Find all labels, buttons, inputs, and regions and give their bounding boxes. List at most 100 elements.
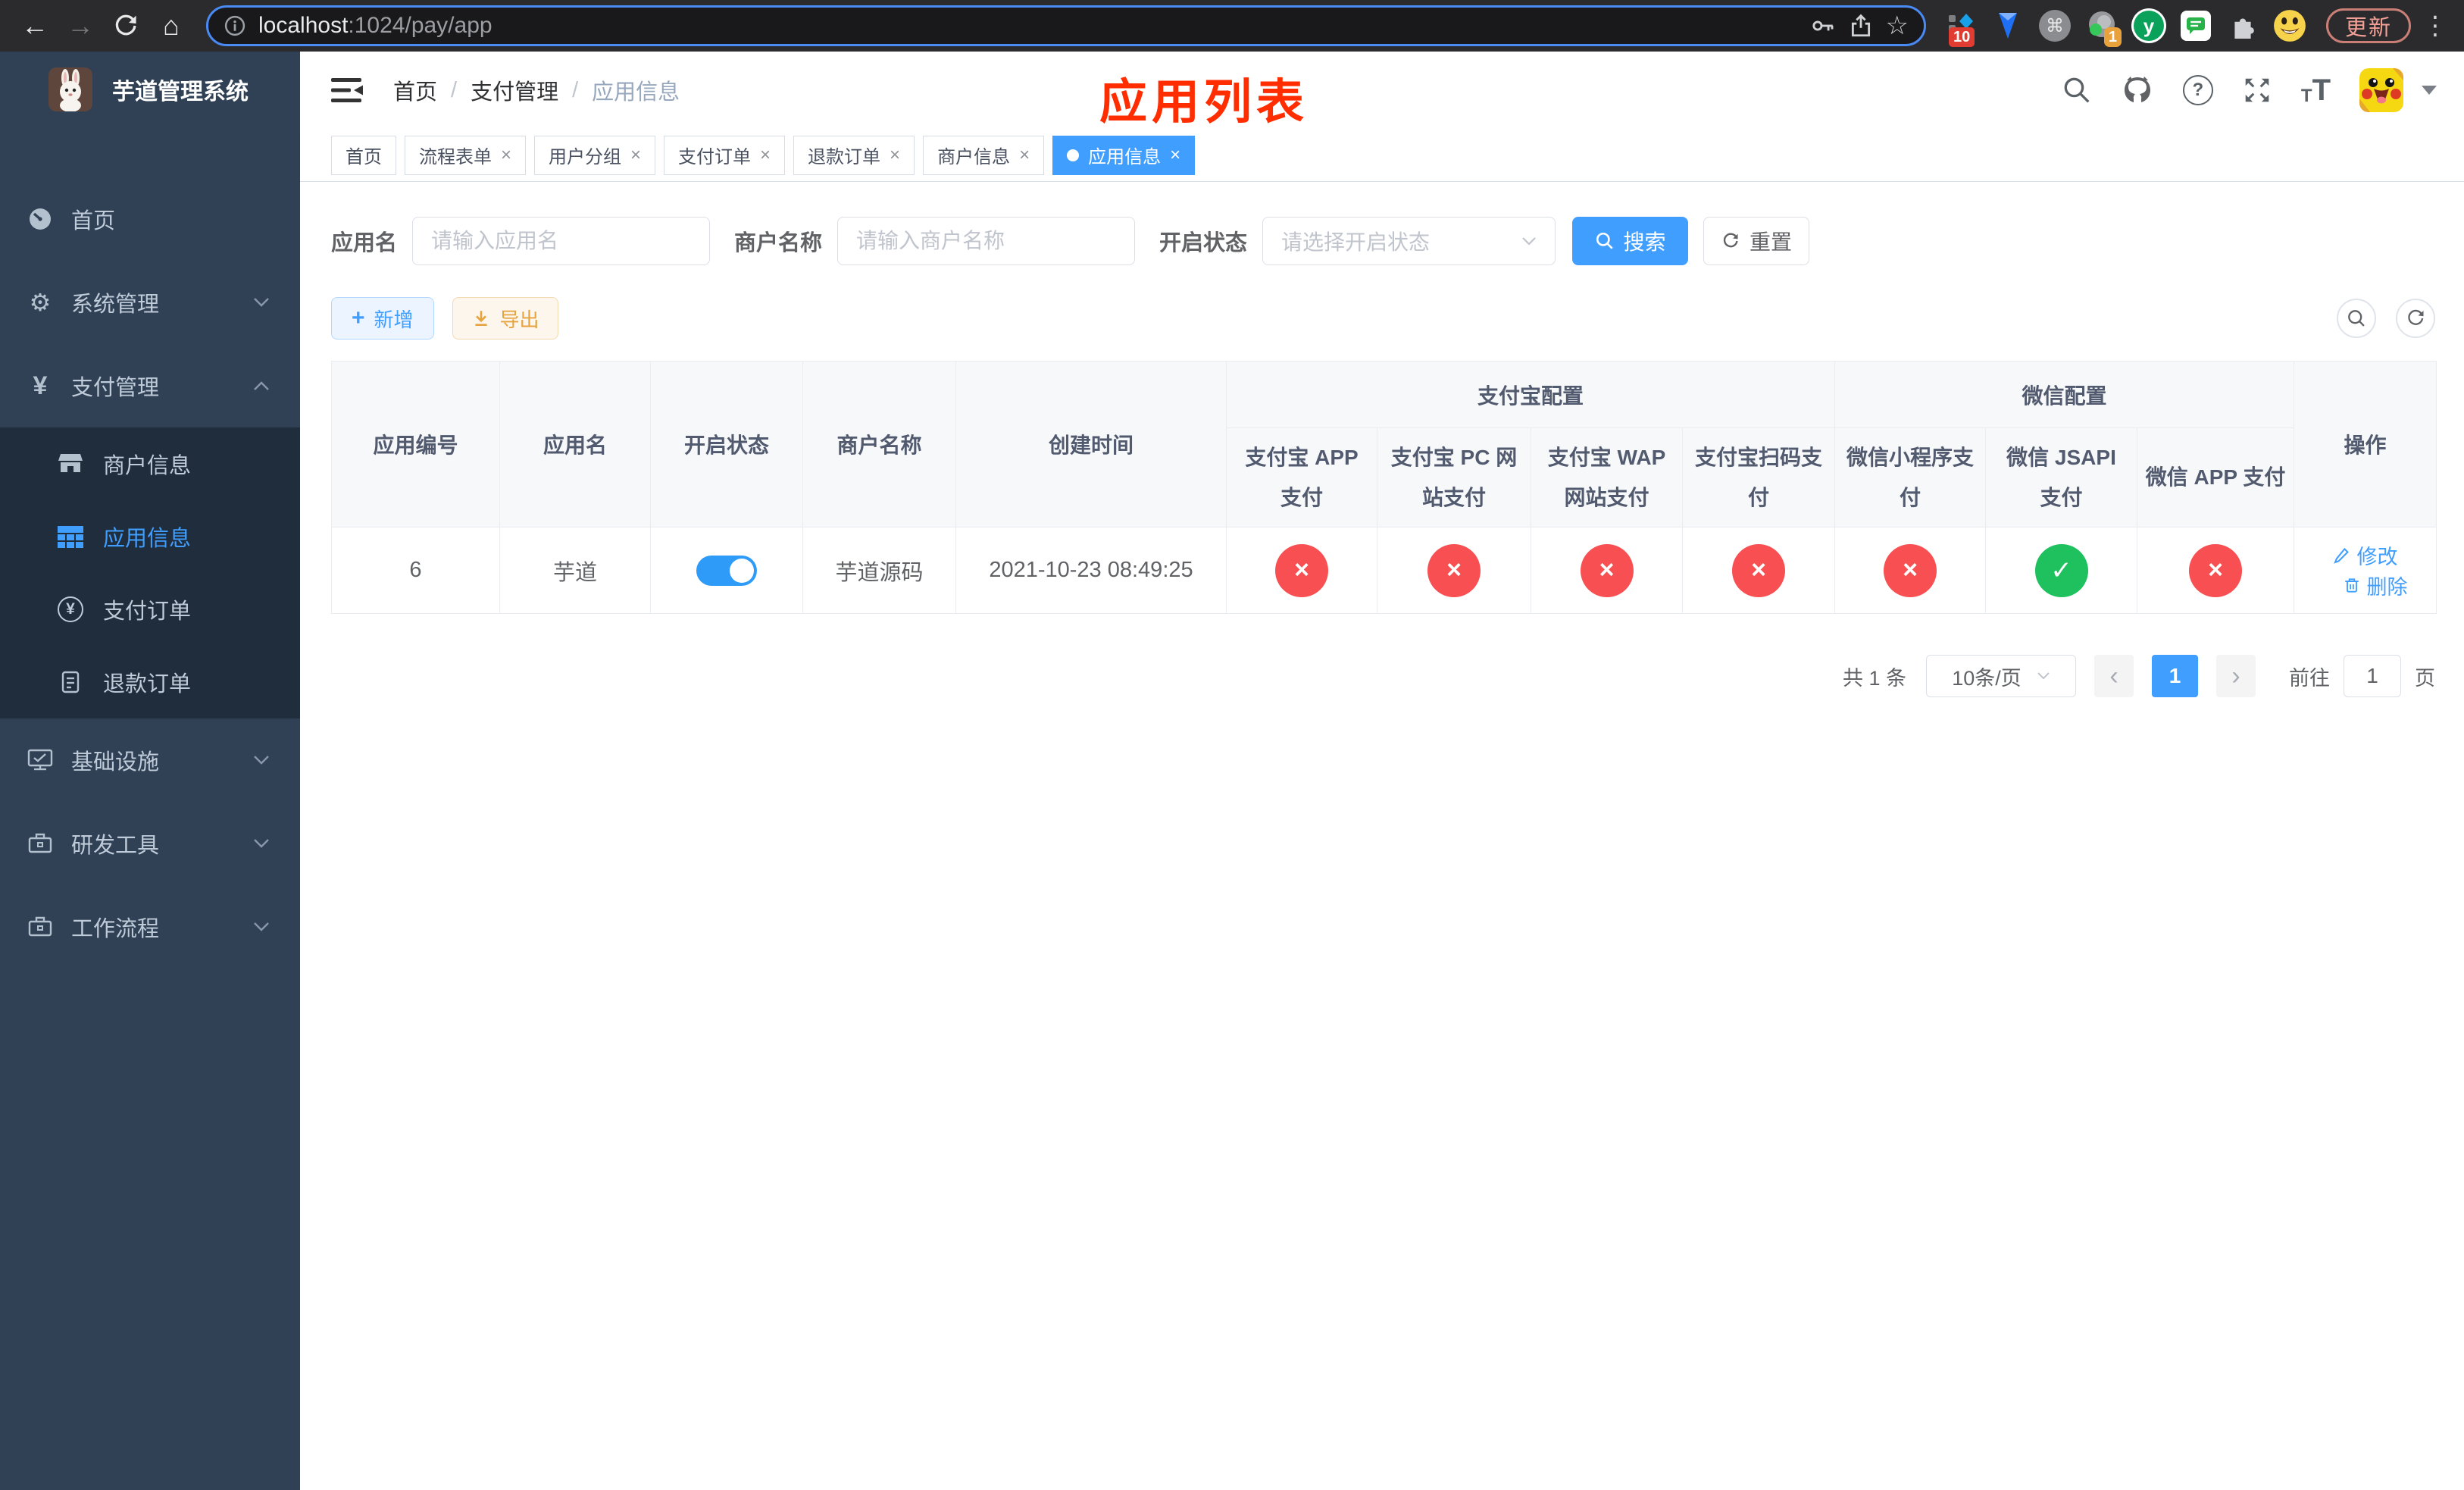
status-indicator: × [1884,543,1937,597]
refresh-icon [1723,233,1738,248]
prev-page-button[interactable]: ‹ [2094,655,2134,697]
share-icon[interactable] [1848,13,1874,39]
gem-icon [1998,13,2017,39]
add-button-label: 新增 [374,308,414,331]
close-icon[interactable]: × [760,146,771,164]
sidebar-subitem-refund-order[interactable]: 退款订单 [0,646,300,718]
browser-update-button[interactable]: 更新 [2325,8,2411,43]
search-icon [1596,232,1613,249]
total-count: 共 1 条 [1842,666,1906,690]
delete-link[interactable]: 删除 [2343,571,2408,600]
extension-kit-icon[interactable]: 10 [1943,8,1979,47]
edit-link[interactable]: 修改 [2333,540,2398,570]
sidebar-item-system[interactable]: ⚙ 系统管理 [0,261,300,344]
tab-process-form[interactable]: 流程表单 × [405,135,527,175]
url-text: localhost:1024/pay/app [258,13,492,38]
sidebar-subitem-pay-order[interactable]: ¥ 支付订单 [0,573,300,646]
pencil-icon [2333,547,2349,564]
payment-submenu: 商户信息 应用信息 ¥ 支付订单 退款订单 [0,427,300,718]
top-navbar: 首页 / 支付管理 / 应用信息 应用列表 ? TT [300,52,2464,129]
font-size-icon[interactable]: TT [2301,75,2331,105]
rabbit-avatar-icon [48,67,92,111]
breadcrumb-home[interactable]: 首页 [393,74,437,106]
status-select[interactable]: 请选择开启状态 [1262,217,1556,265]
sidebar-item-label: 基础设施 [71,750,160,775]
url-bar[interactable]: localhost:1024/pay/app ☆ [206,5,1926,46]
extension-badge: 1 [2103,27,2122,47]
sidebar-item-payment[interactable]: ¥ 支付管理 [0,344,300,427]
tab-user-group[interactable]: 用户分组 × [534,135,656,175]
help-icon[interactable]: ? [2182,75,2213,105]
browser-reload-icon[interactable] [103,5,149,47]
extension-gem-icon[interactable] [1990,8,2026,44]
sidebar-subitem-app-info[interactable]: 应用信息 [0,500,300,573]
cell-app-id: 6 [331,527,500,614]
search-icon[interactable] [2062,75,2092,105]
sidebar-item-infrastructure[interactable]: 基础设施 [0,718,300,802]
pikachu-avatar-icon [2359,68,2403,112]
table-toolbar: + 新增 导出 [331,297,2435,340]
close-icon[interactable]: × [630,146,641,164]
chat-icon [2180,11,2211,41]
search-button-label: 搜索 [1623,230,1666,254]
export-button[interactable]: 导出 [452,297,558,340]
emoji-face-icon [2274,10,2306,42]
extension-y-icon[interactable]: y [2131,8,2167,44]
fullscreen-icon[interactable] [2242,75,2272,105]
search-button[interactable]: 搜索 [1572,217,1689,265]
github-icon[interactable] [2121,74,2154,106]
toggle-knob [730,558,754,583]
tab-home[interactable]: 首页 [331,135,396,175]
col-wx-app: 微信 APP 支付 [2137,427,2295,527]
close-icon[interactable]: × [501,146,511,164]
extension-recorder-icon[interactable]: 1 [2084,8,2122,47]
sidebar-item-dev-tools[interactable]: 研发工具 [0,802,300,885]
current-page-button[interactable]: 1 [2152,655,2198,697]
extension-chat-icon[interactable] [2178,8,2214,44]
main-area: 首页 / 支付管理 / 应用信息 应用列表 ? TT 首页 流程表单 × 用户分… [300,52,2464,1490]
avatar-caret-icon[interactable] [2422,86,2437,95]
refresh-table-button[interactable] [2396,299,2435,338]
browser-back-icon[interactable]: ← [12,5,58,47]
browser-menu-icon[interactable]: ⋮ [2422,11,2449,41]
sidebar-subitem-merchant-info[interactable]: 商户信息 [0,427,300,500]
sidebar-item-workflow[interactable]: 工作流程 [0,885,300,969]
tab-app-info[interactable]: 应用信息 × [1052,135,1196,175]
app-name-input[interactable] [412,217,711,265]
sidebar-item-home[interactable]: 首页 [0,177,300,261]
plus-icon: + [352,305,365,330]
goto-page-input[interactable] [2344,655,2401,697]
browser-home-icon[interactable]: ⌂ [149,5,194,47]
tab-merchant-info[interactable]: 商户信息 × [923,135,1045,175]
merchant-name-input[interactable] [837,217,1136,265]
sidebar-item-label: 系统管理 [71,293,160,317]
cell-enabled [650,527,803,614]
extension-badge: 10 [1948,27,1975,47]
bookmark-star-icon[interactable]: ☆ [1886,11,1909,41]
next-page-button[interactable]: › [2216,655,2256,697]
search-icon [2348,310,2365,327]
close-icon[interactable]: × [1019,146,1030,164]
breadcrumb-payment[interactable]: 支付管理 [471,74,558,106]
user-avatar[interactable] [2359,68,2403,112]
tab-pay-order[interactable]: 支付订单 × [664,135,786,175]
tab-refund-order[interactable]: 退款订单 × [793,135,915,175]
page-size-value: 10条/页 [1952,666,2022,690]
reset-button[interactable]: 重置 [1703,217,1810,265]
browser-chrome: ← → ⌂ localhost:1024/pay/app ☆ 10 ⌘ 1 y … [0,0,2464,52]
extensions-puzzle-icon[interactable] [2225,8,2261,44]
password-key-icon[interactable] [1810,13,1836,39]
browser-forward-icon[interactable]: → [58,5,103,47]
add-button[interactable]: + 新增 [331,297,434,340]
close-icon[interactable]: × [1170,146,1180,164]
status-indicator: × [1580,543,1634,597]
extension-command-icon[interactable]: ⌘ [2037,8,2073,44]
profile-emoji-icon[interactable] [2272,8,2308,44]
hide-search-button[interactable] [2337,299,2376,338]
close-icon[interactable]: × [890,146,900,164]
enabled-toggle[interactable] [696,555,757,586]
tab-label: 支付订单 [678,147,752,167]
col-app-name: 应用名 [499,361,651,527]
page-size-select[interactable]: 10条/页 [1926,655,2076,697]
sidebar-toggle-icon[interactable] [331,75,364,105]
